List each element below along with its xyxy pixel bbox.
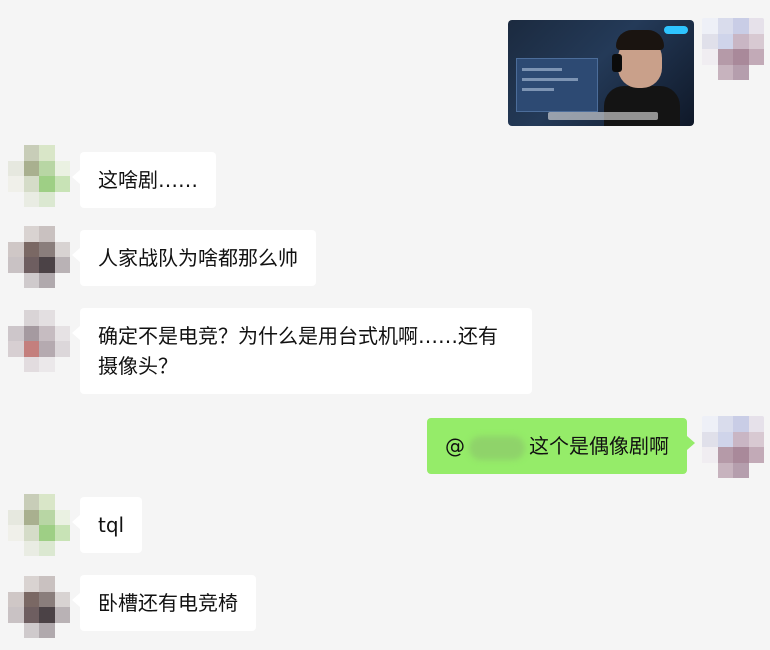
thumbnail-subtitle	[548, 112, 658, 120]
message-text: 确定不是电竞？为什么是用台式机啊……还有摄像头？	[98, 324, 498, 378]
message-text: 卧槽还有电竞椅	[98, 591, 238, 615]
thumbnail-person-hair	[616, 30, 664, 50]
message-bubble-3[interactable]: 确定不是电竞？为什么是用台式机啊……还有摄像头？	[72, 308, 532, 394]
thumbnail-text-line	[522, 78, 578, 81]
thumbnail-text-line	[522, 68, 562, 71]
message-text: 这啥剧……	[98, 168, 198, 192]
shared-video-thumbnail[interactable]	[508, 20, 694, 126]
message-text: 人家战队为啥都那么帅	[98, 246, 298, 270]
thumbnail-background-monitor	[516, 58, 598, 112]
thumbnail-headset	[612, 54, 622, 72]
contact-avatar-green[interactable]	[8, 494, 70, 556]
message-bubble-1[interactable]: 这啥剧……	[72, 152, 216, 208]
mention-name-redacted	[469, 435, 525, 460]
message-bubble-outgoing[interactable]: @ 这个是偶像剧啊	[427, 418, 695, 474]
thumbnail-channel-logo	[664, 26, 688, 34]
thumbnail-text-line	[522, 88, 554, 91]
message-text: 这个是偶像剧啊	[529, 434, 669, 458]
contact-avatar-green[interactable]	[8, 145, 70, 207]
self-avatar[interactable]	[702, 416, 764, 478]
contact-avatar-dark[interactable]	[8, 226, 70, 288]
contact-avatar-dark[interactable]	[8, 576, 70, 638]
message-text: tql	[98, 513, 125, 537]
thumbnail-person-body	[604, 86, 680, 126]
message-bubble-2[interactable]: 人家战队为啥都那么帅	[72, 230, 316, 286]
self-avatar[interactable]	[702, 18, 764, 80]
contact-avatar-pink[interactable]	[8, 310, 70, 372]
message-bubble-5[interactable]: tql	[71, 497, 143, 553]
message-bubble-6[interactable]: 卧槽还有电竞椅	[72, 575, 256, 631]
mention-at-sign: @	[445, 434, 465, 458]
